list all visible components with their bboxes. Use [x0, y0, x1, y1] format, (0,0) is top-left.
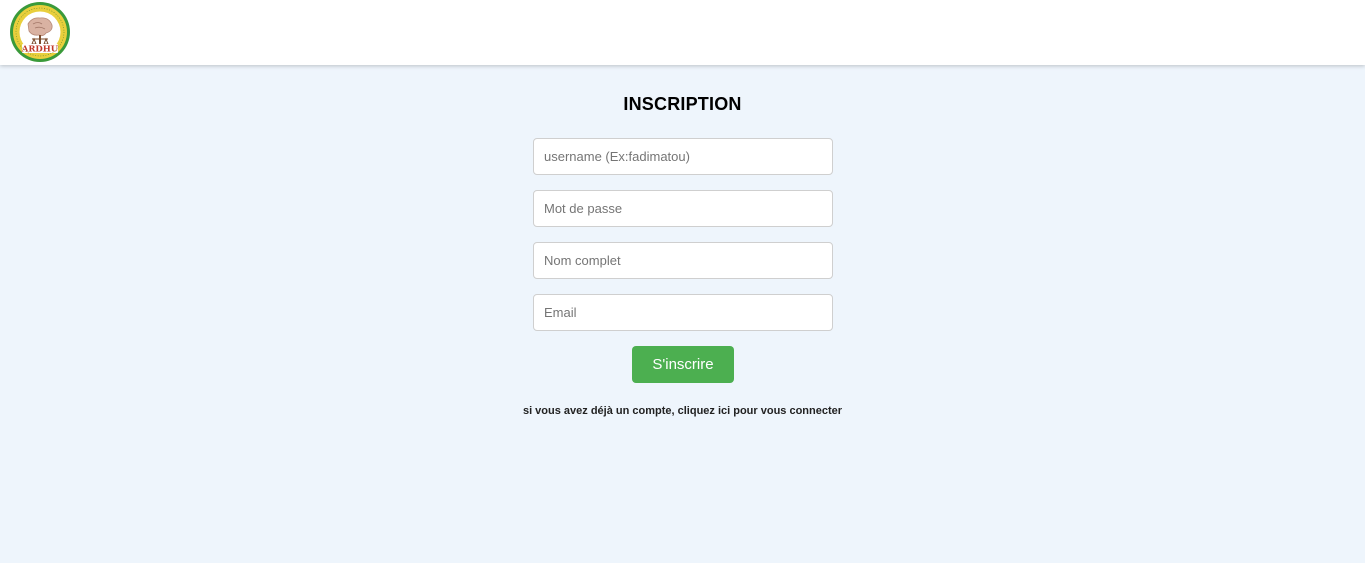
top-header: ARDHU	[0, 0, 1365, 65]
svg-text:ARDHU: ARDHU	[21, 45, 59, 55]
username-input[interactable]	[533, 138, 833, 175]
signup-form: INSCRIPTION S'inscrire si vous avez déjà…	[0, 65, 1365, 563]
page-title: INSCRIPTION	[623, 94, 742, 114]
password-input[interactable]	[533, 190, 833, 227]
email-input[interactable]	[533, 294, 833, 331]
login-link[interactable]: si vous avez déjà un compte, cliquez ici…	[0, 405, 1365, 417]
ardhu-logo-icon[interactable]: ARDHU	[8, 1, 72, 63]
signup-button[interactable]: S'inscrire	[632, 346, 734, 383]
fullname-input[interactable]	[533, 242, 833, 279]
